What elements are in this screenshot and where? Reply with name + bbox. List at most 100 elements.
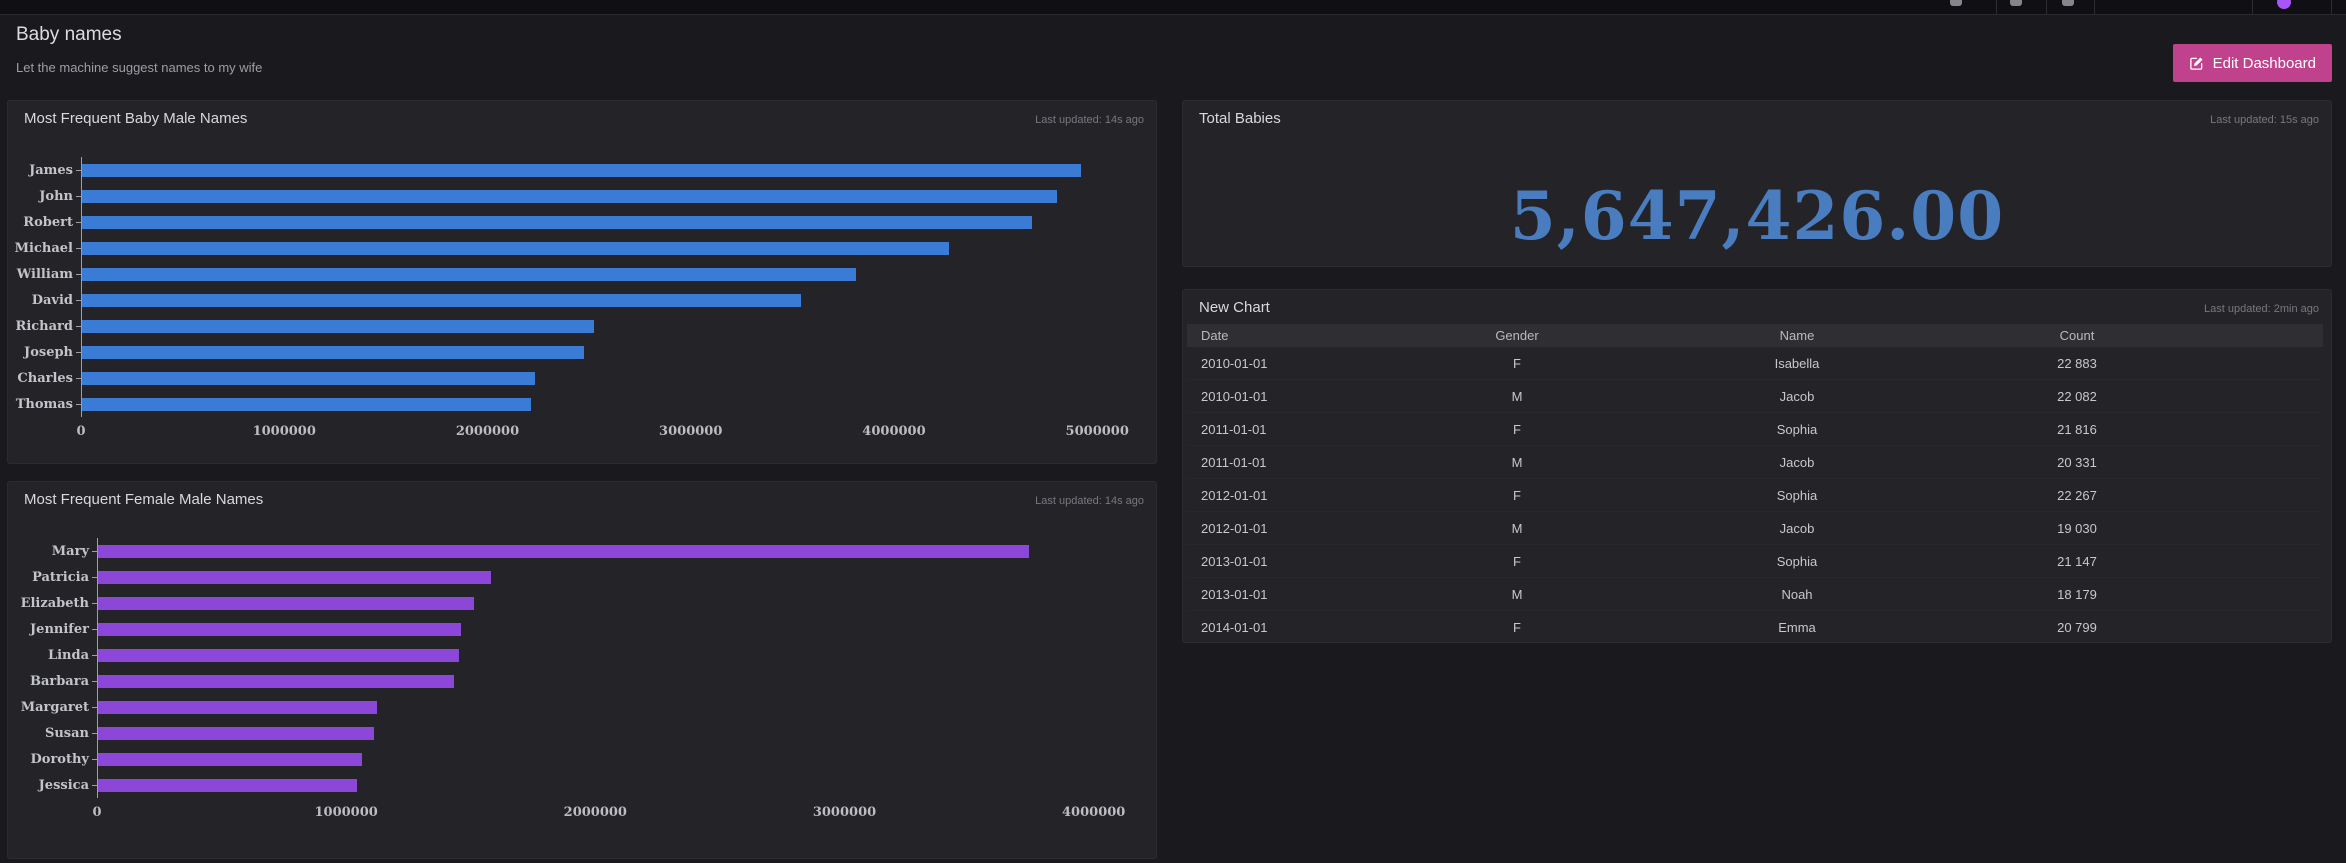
bar xyxy=(82,294,801,307)
last-updated-badge: Last updated: 14s ago xyxy=(1035,114,1144,126)
bar xyxy=(98,675,454,688)
table-row: 2012-01-01FSophia22 267 xyxy=(1187,479,2323,512)
bar xyxy=(98,753,362,766)
bar-row-jessica: Jessica xyxy=(98,772,1146,798)
bar-row-robert: Robert xyxy=(82,209,1146,235)
bar xyxy=(82,268,856,281)
bar xyxy=(82,320,594,333)
category-label: David xyxy=(32,293,73,308)
x-tick-label: 0 xyxy=(92,805,101,820)
bar xyxy=(82,190,1057,203)
category-label: Thomas xyxy=(16,397,73,412)
x-tick-label: 1000000 xyxy=(253,424,316,439)
user-avatar[interactable] xyxy=(2277,0,2291,9)
category-label: Michael xyxy=(15,241,73,256)
table-cell: Sophia xyxy=(1657,488,1937,503)
column-header-name[interactable]: Name xyxy=(1657,328,1937,343)
category-label: Margaret xyxy=(21,700,89,715)
category-label: Patricia xyxy=(32,570,89,585)
column-header-gender[interactable]: Gender xyxy=(1377,328,1657,343)
table-body: 2010-01-01FIsabella22 8832010-01-01MJaco… xyxy=(1187,347,2323,642)
bar xyxy=(98,727,374,740)
table-row: 2012-01-01MJacob19 030 xyxy=(1187,512,2323,545)
bar-row-margaret: Margaret xyxy=(98,694,1146,720)
apps-icon[interactable] xyxy=(2010,0,2022,6)
table-cell: 2014-01-01 xyxy=(1187,620,1377,635)
bar xyxy=(98,597,474,610)
table-cell: 21 816 xyxy=(1937,422,2217,437)
category-label: William xyxy=(17,267,73,282)
plot-area: MaryPatriciaElizabethJenniferLindaBarbar… xyxy=(97,538,1146,798)
table-row: 2014-01-01FEmma20 799 xyxy=(1187,611,2323,642)
x-axis: 01000000200000030000004000000 xyxy=(97,805,1146,821)
table-cell: 2011-01-01 xyxy=(1187,455,1377,470)
table-cell: 22 267 xyxy=(1937,488,2217,503)
table-header-row: DateGenderNameCount xyxy=(1187,324,2323,347)
bar xyxy=(82,398,531,411)
table-cell: F xyxy=(1377,356,1657,371)
bar-row-susan: Susan xyxy=(98,720,1146,746)
x-tick-label: 0 xyxy=(76,424,85,439)
last-updated-badge: Last updated: 2min ago xyxy=(2204,303,2319,315)
bar xyxy=(98,623,461,636)
panel-title[interactable]: New Chart xyxy=(1199,299,1270,316)
table-cell: 22 082 xyxy=(1937,389,2217,404)
category-label: Jennifer xyxy=(30,622,89,637)
edit-dashboard-label: Edit Dashboard xyxy=(2213,55,2316,72)
table-cell: Noah xyxy=(1657,587,1937,602)
table-cell: Jacob xyxy=(1657,455,1937,470)
panel-total-babies: Total Babies Last updated: 15s ago 5,647… xyxy=(1182,100,2332,267)
category-label: Dorothy xyxy=(31,752,89,767)
bar-row-dorothy: Dorothy xyxy=(98,746,1146,772)
panel-title[interactable]: Most Frequent Baby Male Names xyxy=(24,110,247,127)
x-tick-label: 1000000 xyxy=(314,805,377,820)
category-label: Elizabeth xyxy=(21,596,89,611)
bar-row-thomas: Thomas xyxy=(82,391,1146,417)
table-cell: 18 179 xyxy=(1937,587,2217,602)
bar xyxy=(82,164,1081,177)
table-cell: 2012-01-01 xyxy=(1187,521,1377,536)
table-cell: F xyxy=(1377,422,1657,437)
table-cell: M xyxy=(1377,455,1657,470)
bar xyxy=(98,701,377,714)
bar-row-charles: Charles xyxy=(82,365,1146,391)
x-tick-label: 5000000 xyxy=(1066,424,1129,439)
table-cell: 2013-01-01 xyxy=(1187,554,1377,569)
bar xyxy=(98,545,1029,558)
bar-row-barbara: Barbara xyxy=(98,668,1146,694)
category-label: Jessica xyxy=(39,778,89,793)
category-label: Barbara xyxy=(30,674,89,689)
x-axis: 010000002000000300000040000005000000 xyxy=(81,424,1146,440)
table-cell: Jacob xyxy=(1657,389,1937,404)
table-row: 2013-01-01MNoah18 179 xyxy=(1187,578,2323,611)
table-cell: M xyxy=(1377,521,1657,536)
table-cell: 21 147 xyxy=(1937,554,2217,569)
x-tick-label: 3000000 xyxy=(813,805,876,820)
help-icon[interactable] xyxy=(2062,0,2074,6)
panel-title[interactable]: Most Frequent Female Male Names xyxy=(24,491,263,508)
category-label: John xyxy=(39,189,73,204)
category-label: Linda xyxy=(48,648,89,663)
bar-row-richard: Richard xyxy=(82,313,1146,339)
table-cell: 20 331 xyxy=(1937,455,2217,470)
x-tick-label: 2000000 xyxy=(456,424,519,439)
bar xyxy=(98,649,459,662)
bar xyxy=(82,346,584,359)
edit-dashboard-button[interactable]: Edit Dashboard xyxy=(2173,44,2332,82)
category-label: Joseph xyxy=(24,345,73,360)
bell-icon[interactable] xyxy=(1950,0,1962,6)
column-header-date[interactable]: Date xyxy=(1187,328,1377,343)
table-cell: 2010-01-01 xyxy=(1187,389,1377,404)
topbar-divider xyxy=(2046,0,2047,14)
category-label: Charles xyxy=(17,371,73,386)
bar xyxy=(98,571,491,584)
table-cell: Sophia xyxy=(1657,554,1937,569)
bar xyxy=(82,372,535,385)
table-row: 2011-01-01FSophia21 816 xyxy=(1187,413,2323,446)
column-header-count[interactable]: Count xyxy=(1937,328,2217,343)
panel-title[interactable]: Total Babies xyxy=(1199,110,1281,127)
bar-row-jennifer: Jennifer xyxy=(98,616,1146,642)
top-navigation-bar xyxy=(0,0,2346,15)
table-cell: 22 883 xyxy=(1937,356,2217,371)
bar xyxy=(98,779,357,792)
